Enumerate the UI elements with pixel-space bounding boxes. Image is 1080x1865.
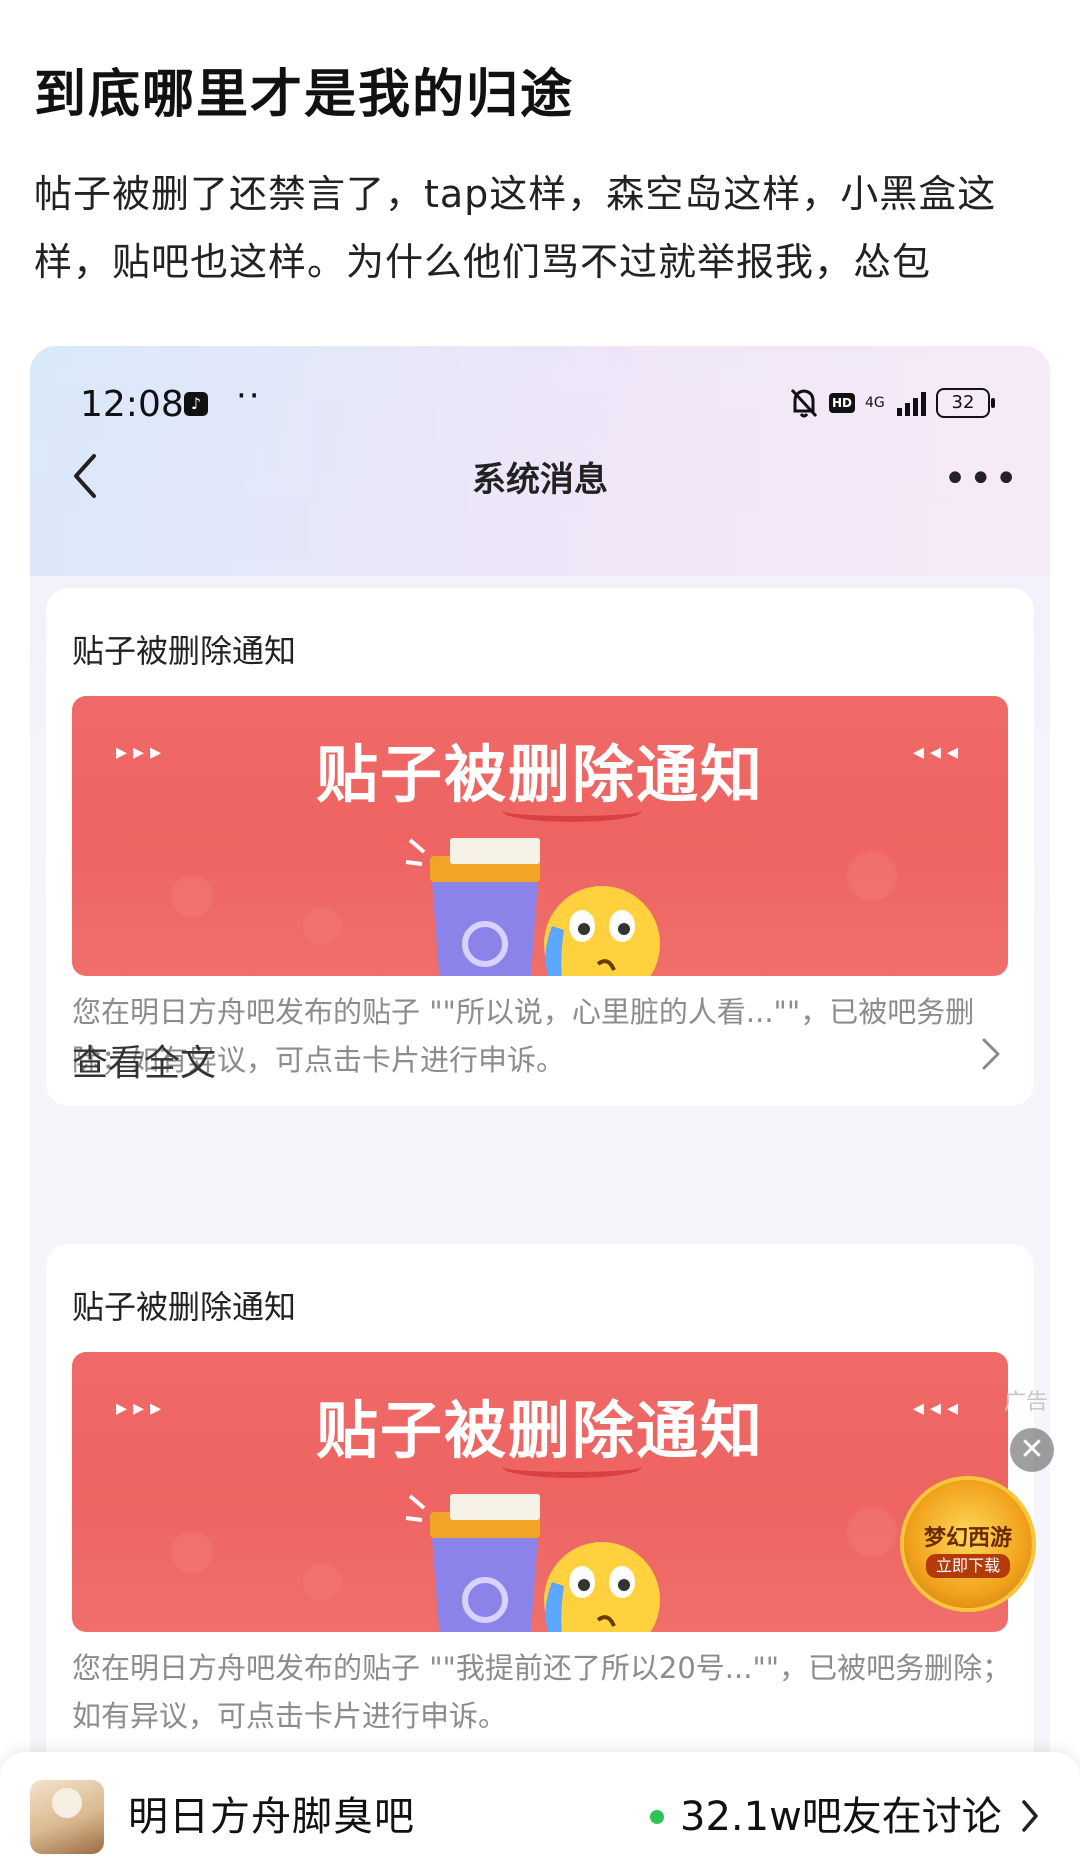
tiktok-icon: ♪ bbox=[184, 392, 208, 416]
game-ad-badge[interactable]: 梦幻西游 立即下载 bbox=[904, 1480, 1032, 1608]
battery-icon: 32 bbox=[936, 388, 995, 418]
card-title: 贴子被删除通知 bbox=[72, 1288, 297, 1326]
ad-label: 广告 bbox=[1004, 1390, 1049, 1415]
notification-card[interactable]: 贴子被删除通知 ▸▸▸ ◂◂◂ 贴子被删除通知 您在明日方舟 bbox=[46, 588, 1034, 1106]
forum-name[interactable]: 明日方舟脚臭吧 bbox=[128, 1784, 415, 1842]
post-body: 帖子被删了还禁言了，tap这样，森空岛这样，小黑盒这样，贴吧也这样。为什么他们骂… bbox=[34, 172, 997, 284]
status-icons: HD 4G 32 bbox=[789, 386, 995, 420]
chevron-right-icon[interactable] bbox=[976, 1032, 1006, 1076]
more-icon[interactable]: ••• bbox=[943, 456, 1020, 502]
discussion-count[interactable]: 32.1w吧友在讨论 bbox=[680, 1784, 1002, 1842]
hd-icon: HD bbox=[829, 393, 855, 413]
post-title: 到底哪里才是我的归途 bbox=[34, 65, 575, 125]
trash-crying-emoji-icon bbox=[405, 838, 660, 976]
close-icon[interactable]: ✕ bbox=[1010, 1428, 1054, 1472]
mute-bell-icon bbox=[790, 388, 818, 418]
ad-game-name: 梦幻西游 bbox=[923, 1526, 1012, 1551]
status-dots: ·· bbox=[236, 376, 262, 416]
ad-download-button[interactable]: 立即下载 bbox=[926, 1554, 1010, 1578]
notification-banner: ▸▸▸ ◂◂◂ 贴子被删除通知 bbox=[72, 696, 1008, 976]
card-title: 贴子被删除通知 bbox=[72, 632, 297, 670]
banner-swoosh bbox=[502, 800, 642, 822]
notification-banner: ▸▸▸ ◂◂◂ 贴子被删除通知 bbox=[72, 1352, 1008, 1632]
signal-icon bbox=[897, 390, 926, 416]
network-type: 4G bbox=[865, 395, 885, 411]
online-dot-icon bbox=[650, 1810, 664, 1824]
nav-title: 系统消息 bbox=[472, 460, 608, 500]
forum-bottom-bar[interactable]: 明日方舟脚臭吧 32.1w吧友在讨论 bbox=[0, 1752, 1080, 1865]
view-full-text-link[interactable]: 查看全文 bbox=[72, 1034, 216, 1086]
chevron-right-icon[interactable] bbox=[1018, 1796, 1042, 1836]
trash-crying-emoji-icon bbox=[405, 1494, 660, 1632]
embedded-screenshot[interactable]: 12:08 ♪ ·· HD 4G 32 系统消息 ••• 贴子被删除通知 ▸▸▸… bbox=[30, 346, 1050, 1865]
card-text: 您在明日方舟吧发布的贴子 ""我提前还了所以20号...""，已被吧务删除；如有… bbox=[72, 1651, 1012, 1733]
forum-avatar bbox=[30, 1780, 104, 1854]
status-time: 12:08 bbox=[80, 384, 184, 425]
banner-swoosh bbox=[502, 1456, 642, 1478]
